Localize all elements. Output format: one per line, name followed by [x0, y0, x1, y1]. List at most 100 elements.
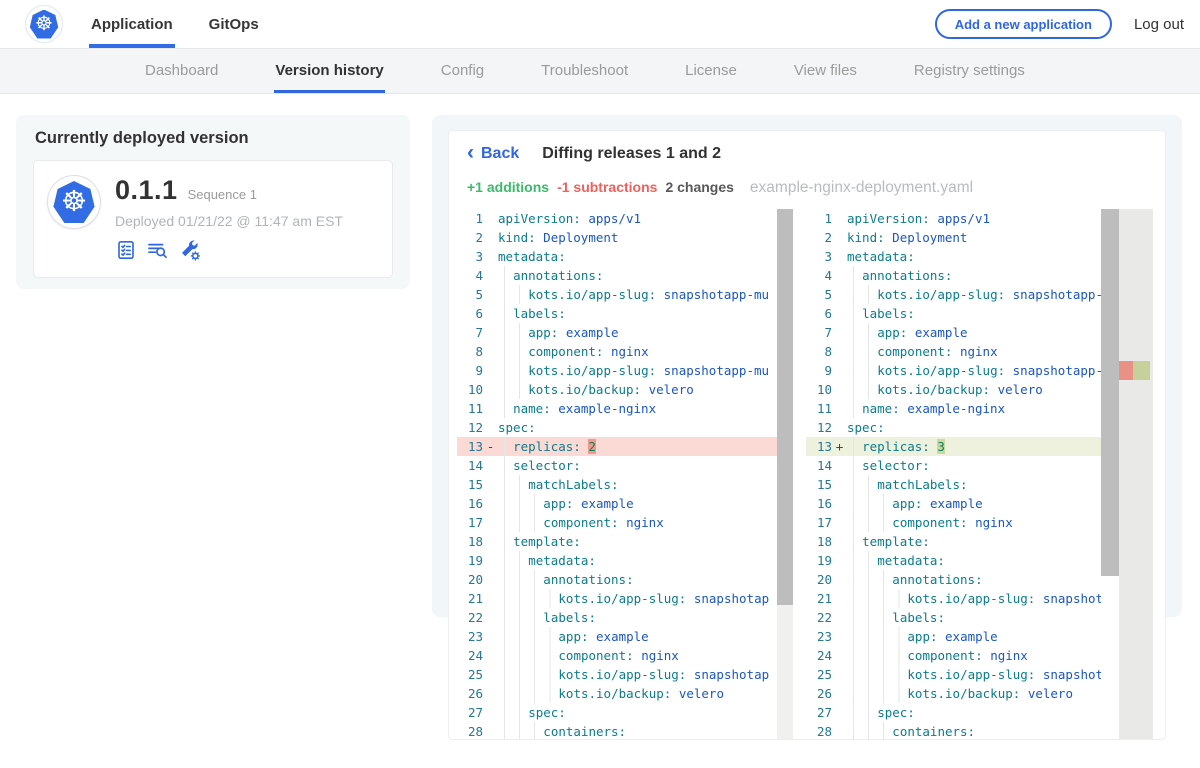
line-number: 4	[806, 266, 832, 285]
subnav-item-troubleshoot[interactable]: Troubleshoot	[541, 48, 628, 93]
diff-marker	[832, 494, 847, 513]
indent-guides	[498, 570, 543, 589]
yaml-value: nginx	[990, 648, 1028, 663]
yaml-value: example-nginx	[907, 401, 1005, 416]
diff-line: 6labels:	[806, 304, 1101, 323]
code-text: metadata:	[847, 551, 1101, 570]
diff-marker	[832, 722, 847, 740]
additions-count: +1 additions	[467, 179, 549, 195]
deployed-version-card: ☸ 0.1.1 Sequence 1 Deployed 01/21/22 @ 1…	[33, 160, 393, 278]
yaml-key: kots.io/app-slug:	[528, 363, 656, 378]
diff-marker	[832, 209, 847, 228]
diff-marker	[832, 646, 847, 665]
diff-marker	[832, 304, 847, 323]
diff-line: 28containers:	[457, 722, 793, 740]
scrollbar-thumb[interactable]	[1101, 209, 1119, 576]
line-number: 10	[457, 380, 483, 399]
scrollbar-thumb[interactable]	[777, 209, 793, 605]
code-text: kots.io/app-slug: snapshotap	[498, 665, 793, 684]
diff-marker	[483, 703, 498, 722]
yaml-key: labels:	[543, 610, 596, 625]
code-text: kots.io/app-slug: snapshotap	[847, 589, 1101, 608]
line-number: 6	[457, 304, 483, 323]
tab-gitops[interactable]: GitOps	[209, 0, 259, 48]
line-number: 6	[806, 304, 832, 323]
line-number: 9	[457, 361, 483, 380]
lines-search-icon[interactable]	[146, 239, 170, 261]
deployed-timestamp: Deployed 01/21/22 @ 11:47 am EST	[115, 213, 343, 229]
indent-guides	[847, 361, 877, 380]
subnav-item-license[interactable]: License	[685, 48, 737, 93]
code-text: selector:	[847, 456, 1101, 475]
code-text: kots.io/app-slug: snapshotapp-mu	[498, 361, 793, 380]
yaml-key: labels:	[892, 610, 945, 625]
subnav-item-dashboard[interactable]: Dashboard	[145, 48, 218, 93]
diff-line: 9 kots.io/app-slug: snapshotapp-mu	[457, 361, 793, 380]
line-number: 25	[457, 665, 483, 684]
code-text: matchLabels:	[847, 475, 1101, 494]
code-text: kots.io/backup: velero	[847, 380, 1101, 399]
diff-marker	[832, 665, 847, 684]
yaml-key: kots.io/backup:	[877, 382, 990, 397]
subnav-item-view-files[interactable]: View files	[794, 48, 857, 93]
yaml-value: example	[581, 496, 634, 511]
diff-marker	[832, 456, 847, 475]
yaml-value: nginx	[626, 515, 664, 530]
version-actions	[115, 239, 343, 261]
diff-marker: -	[483, 437, 498, 456]
diff-marker	[832, 418, 847, 437]
code-text: replicas: 2	[498, 437, 793, 456]
subnav-item-version-history[interactable]: Version history	[275, 48, 383, 93]
diff-marker	[832, 266, 847, 285]
diff-line: 10kots.io/backup: velero	[806, 380, 1101, 399]
yaml-key: kots.io/backup:	[907, 686, 1020, 701]
line-number: 21	[457, 589, 483, 608]
diff-line: 5 kots.io/app-slug: snapshotapp-mu	[457, 285, 793, 304]
deployed-panel-title: Currently deployed version	[35, 129, 393, 148]
yaml-value: velero	[679, 686, 724, 701]
yaml-value: snapshotapp-mu	[1013, 363, 1101, 378]
yaml-value: velero	[998, 382, 1043, 397]
code-text: metadata:	[847, 247, 1101, 266]
diff-marker	[832, 627, 847, 646]
indent-guides	[498, 684, 558, 703]
tab-application[interactable]: Application	[91, 0, 173, 48]
checklist-icon[interactable]	[115, 239, 137, 261]
line-number: 18	[806, 532, 832, 551]
indent-guides	[847, 342, 877, 361]
diff-line: 11name: example-nginx	[457, 399, 793, 418]
diff-marker	[832, 570, 847, 589]
indent-guides	[847, 684, 907, 703]
kubernetes-app-icon: ☸	[53, 181, 95, 223]
yaml-value: snapshotapp-mu	[1013, 287, 1101, 302]
indent-guides	[847, 437, 862, 456]
yaml-value: velero	[649, 382, 694, 397]
line-number: 28	[806, 722, 832, 740]
diff-line: 9kots.io/app-slug: snapshotapp-mu	[806, 361, 1101, 380]
logout-link[interactable]: Log out	[1134, 16, 1184, 33]
code-text: kots.io/app-slug: snapshotapp-mu	[498, 285, 793, 304]
diff-line: 26kots.io/backup: velero	[806, 684, 1101, 703]
line-number: 16	[457, 494, 483, 513]
back-link[interactable]: ‹ Back	[467, 143, 519, 164]
line-number: 5	[457, 285, 483, 304]
indent-guides	[498, 589, 558, 608]
add-application-button[interactable]: Add a new application	[935, 9, 1112, 39]
code-text: matchLabels:	[498, 475, 793, 494]
wrench-gear-icon[interactable]	[179, 239, 201, 261]
diff-stats: +1 additions -1 subtractions 2 changes e…	[467, 179, 973, 197]
subnav-item-registry-settings[interactable]: Registry settings	[914, 48, 1025, 93]
line-number: 1	[806, 209, 832, 228]
sequence-label: Sequence 1	[188, 187, 257, 202]
line-number: 11	[457, 399, 483, 418]
line-number: 17	[806, 513, 832, 532]
code-text: app: example	[498, 494, 793, 513]
yaml-value: snapshotapp-mu	[664, 363, 769, 378]
subnav-item-config[interactable]: Config	[441, 48, 484, 93]
diff-line: 22labels:	[457, 608, 793, 627]
diff-rows-modified: 1apiVersion: apps/v12kind: Deployment3me…	[806, 209, 1101, 740]
yaml-value: snapshotap	[694, 591, 769, 606]
code-text: spec:	[847, 703, 1101, 722]
indent-guides	[498, 722, 543, 740]
tab-gitops-label: GitOps	[209, 16, 259, 33]
